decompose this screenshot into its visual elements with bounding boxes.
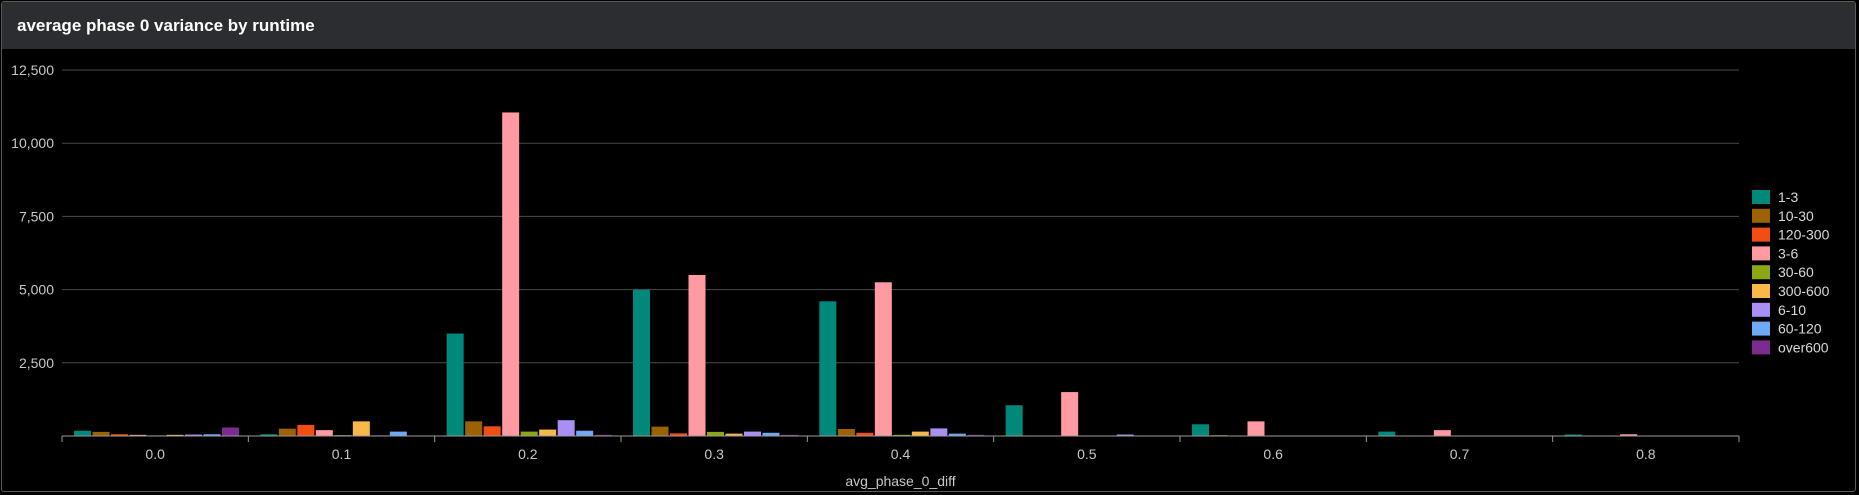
x-tick-label: 0.5: [1077, 446, 1097, 462]
bar-6-10-0.4[interactable]: [930, 428, 948, 436]
bar-1-3-0.0[interactable]: [74, 430, 91, 436]
legend-label: 3-6: [1778, 245, 1798, 261]
bar-10-30-0.0[interactable]: [92, 431, 110, 436]
legend-label: 6-10: [1778, 302, 1806, 318]
legend-swatch: [1752, 340, 1770, 355]
bar-6-10-0.3[interactable]: [744, 431, 761, 436]
legend-item-1-3[interactable]: 1-3: [1752, 189, 1798, 205]
legend-swatch: [1752, 190, 1770, 204]
bar-chart: 2,500 5,000 7,500 10,000 12,500 0.0 0.1 0.2 0.3…: [11, 62, 1830, 489]
x-tick-label: 0.1: [332, 446, 352, 462]
bar-1-3-0.2[interactable]: [446, 333, 464, 436]
gridlines: [62, 69, 1739, 364]
legend-label: 30-60: [1778, 264, 1814, 280]
legend-label: 10-30: [1778, 208, 1814, 224]
y-axis-ticks: 2,500 5,000 7,500 10,000 12,500: [11, 62, 54, 371]
bar-3-6-0.4[interactable]: [874, 282, 892, 436]
legend-swatch: [1752, 208, 1770, 223]
legend-swatch: [1752, 284, 1770, 298]
legend-swatch: [1752, 227, 1770, 242]
y-tick-label: 12,500: [11, 62, 54, 78]
bar-10-30-0.2[interactable]: [465, 421, 483, 436]
x-tick-label: 0.8: [1636, 446, 1656, 462]
chart-panel: average phase 0 variance by runtime 2,50…: [1, 1, 1856, 492]
bar-3-6-0.5[interactable]: [1061, 392, 1079, 436]
legend-label: 60-120: [1778, 321, 1822, 337]
bar-3-6-0.7[interactable]: [1433, 430, 1451, 436]
bar-300-600-0.2[interactable]: [539, 429, 557, 436]
bar-over600-0.0[interactable]: [222, 427, 239, 436]
bar-120-300-0.2[interactable]: [483, 426, 501, 436]
legend-swatch: [1752, 265, 1770, 280]
bar-10-30-0.3[interactable]: [651, 426, 669, 436]
bar-300-600-0.1[interactable]: [352, 421, 370, 436]
x-tick-label: 0.7: [1450, 446, 1470, 462]
x-axis: 0.0 0.1 0.2 0.3 0.4 0.5 0.6 0.7 0.8: [61, 435, 1740, 462]
bar-30-60-0.3[interactable]: [707, 431, 724, 436]
legend-item-over600[interactable]: over600: [1752, 339, 1829, 355]
x-tick-label: 0.4: [891, 446, 911, 462]
legend-item-300-600[interactable]: 300-600: [1752, 283, 1830, 299]
bar-1-3-0.3[interactable]: [633, 289, 650, 436]
bar-10-30-0.4[interactable]: [837, 428, 855, 436]
x-tick-label: 0.2: [518, 446, 538, 462]
bar-1-3-0.5[interactable]: [1005, 405, 1023, 436]
legend-label: over600: [1778, 339, 1829, 355]
bars: [74, 112, 1638, 437]
y-tick-label: 5,000: [19, 282, 54, 298]
legend-label: 1-3: [1778, 189, 1798, 205]
bar-30-60-0.2[interactable]: [520, 431, 538, 436]
legend-label: 300-600: [1778, 283, 1830, 299]
bar-60-120-0.2[interactable]: [576, 430, 594, 436]
legend-swatch: [1752, 302, 1770, 317]
y-tick-label: 10,000: [11, 135, 54, 151]
bar-3-6-0.1[interactable]: [315, 430, 333, 436]
legend-swatch: [1752, 321, 1770, 336]
bar-3-6-0.2[interactable]: [502, 112, 520, 437]
legend-swatch: [1752, 246, 1770, 261]
bar-6-10-0.2[interactable]: [557, 420, 575, 436]
x-axis-title: avg_phase_0_diff: [845, 473, 955, 489]
legend-item-30-60[interactable]: 30-60: [1752, 264, 1814, 280]
x-tick-label: 0.0: [145, 446, 165, 462]
bar-1-3-0.6[interactable]: [1192, 424, 1209, 436]
bar-10-30-0.1[interactable]: [278, 428, 296, 436]
bar-1-3-0.4[interactable]: [819, 301, 837, 436]
bar-1-3-0.7[interactable]: [1378, 431, 1396, 436]
legend-item-3-6[interactable]: 3-6: [1752, 245, 1798, 261]
x-tick-label: 0.3: [704, 446, 724, 462]
bar-120-300-0.1[interactable]: [297, 424, 315, 436]
bar-60-120-0.1[interactable]: [389, 431, 407, 436]
bar-3-6-0.6[interactable]: [1247, 421, 1265, 436]
legend: 1-3 10-30 120-300 3-6 30-60 300-600 6-10 60-120…: [1752, 189, 1830, 355]
bar-3-6-0.3[interactable]: [688, 274, 706, 436]
x-tick-label: 0.6: [1263, 446, 1283, 462]
y-tick-label: 2,500: [19, 355, 54, 371]
legend-item-10-30[interactable]: 10-30: [1752, 208, 1814, 224]
legend-item-6-10[interactable]: 6-10: [1752, 302, 1806, 318]
legend-item-60-120[interactable]: 60-120: [1752, 321, 1822, 337]
legend-item-120-300[interactable]: 120-300: [1752, 227, 1830, 243]
y-tick-label: 7,500: [19, 208, 54, 224]
bar-300-600-0.4[interactable]: [911, 431, 929, 436]
legend-label: 120-300: [1778, 227, 1830, 243]
